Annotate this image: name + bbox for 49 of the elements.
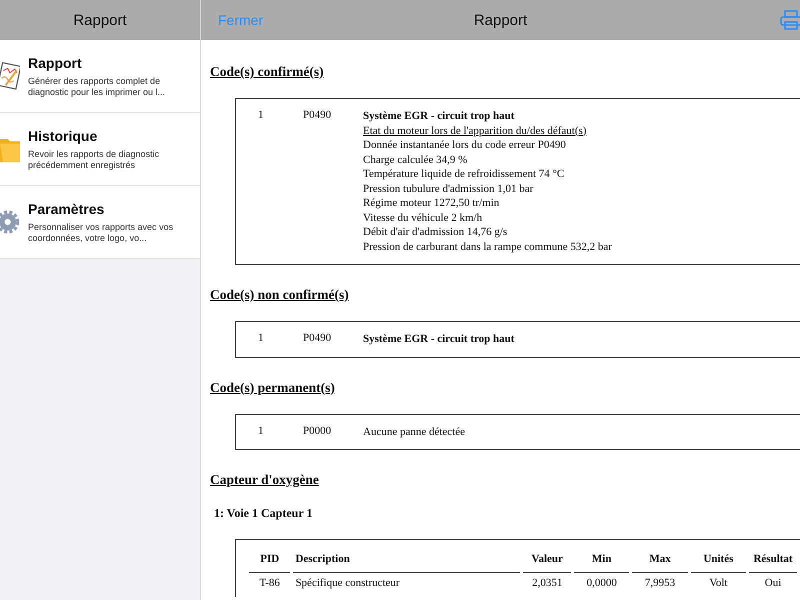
code-index: 1 (257, 109, 264, 123)
fault-code: P0490 (303, 109, 332, 123)
detail-line: Donnée instantanée lors du code erreur P0490 (363, 138, 567, 152)
menu-item-description: Personnaliser vos rapports avec vos coordonnées, votre logo, vo... (28, 222, 174, 244)
table-cell-text: 7,9953 (644, 576, 676, 591)
column-header: Description (293, 550, 520, 573)
detail-line: Température liquide de refroidissement 74 °C (363, 167, 566, 182)
menu-item[interactable]: Historique Revoir les rapports de diagnostic précédemment enregistrés (0, 113, 200, 186)
fault-description: Aucune panne détectée (363, 424, 465, 439)
menu-item[interactable]: Paramètres Personnaliser vos rapports avec vos coordonnées, votre logo, vo... (0, 186, 200, 259)
detail-line: Charge calculée 34,9 % (363, 152, 468, 167)
column-header: Min (574, 550, 630, 573)
column-header: Résultat (749, 550, 797, 573)
column-header: Max (632, 550, 688, 573)
detail-line: Débit d'air d'admission 14,76 g/s (363, 225, 508, 240)
section-heading: Code(s) permanent(s) (210, 380, 336, 396)
page-title: Rapport (474, 12, 528, 28)
section-heading: Code(s) non confirmé(s) (210, 287, 350, 303)
table-cell-text: Oui (764, 576, 782, 591)
details-heading: Etat du moteur lors de l'apparition du/des défaut(s) (363, 124, 588, 138)
menu-item-title: Rapport (28, 54, 83, 70)
table-cell-text: T-86 (258, 576, 281, 591)
sidebar-title: Rapport (73, 12, 127, 28)
printer-icon[interactable] (780, 10, 800, 30)
sensor-heading: 1: Voie 1 Capteur 1 (214, 506, 314, 521)
section-heading: Capteur d'oxygène (210, 472, 320, 488)
fault-description: Système EGR - circuit trop haut (363, 332, 514, 346)
menu-item-title: Paramètres (28, 200, 106, 216)
detail-line: Régime moteur 1272,50 tr/min (363, 196, 500, 210)
detail-line: Vitesse du véhicule 2 km/h (363, 210, 484, 225)
detail-line: Pression de carburant dans la rampe commune 532,2 bar (363, 240, 612, 254)
detail-line: Pression tubulure d'admission 1,01 bar (363, 182, 534, 196)
menu-item-description: Revoir les rapports de diagnostic précédemment enregistrés (28, 148, 160, 170)
column-header: PID (249, 550, 290, 573)
menu-item[interactable]: Rapport Générer des rapports complet de diagnostic pour les imprimer ou l... (0, 40, 200, 113)
fault-description: Système EGR - circuit trop haut (363, 109, 516, 124)
menu-item-description: Générer des rapports complet de diagnostic pour les imprimer ou l... (28, 76, 166, 98)
column-header: Unités (690, 550, 746, 573)
table-cell-text: 2,0351 (531, 576, 564, 591)
fault-code: P0490 (303, 332, 332, 346)
column-header: Valeur (523, 550, 572, 573)
table-cell-text: 0,0000 (586, 576, 618, 591)
fault-code: P0000 (303, 424, 332, 438)
table-cell-text: Spécifique constructeur (294, 576, 401, 591)
menu-item-title: Historique (28, 128, 98, 144)
code-index: 1 (257, 332, 264, 346)
code-index: 1 (257, 424, 264, 438)
table-cell-text: Volt (708, 576, 728, 591)
section-heading: Code(s) confirmé(s) (210, 64, 325, 80)
